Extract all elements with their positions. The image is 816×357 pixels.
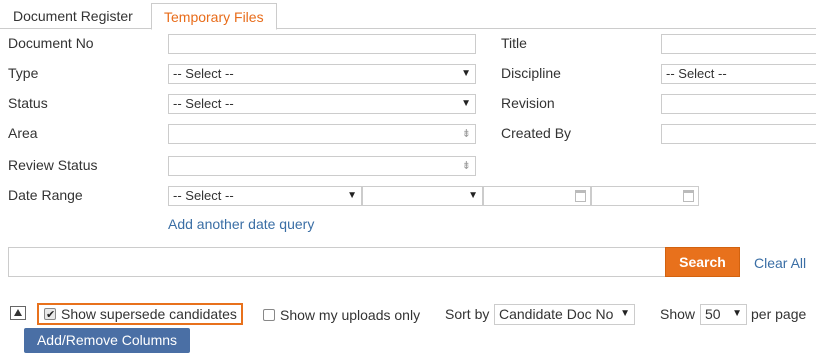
per-page-value: 50 — [705, 306, 721, 322]
add-date-query-link[interactable]: Add another date query — [168, 216, 314, 232]
dropdown-arrow-icon: ▼ — [461, 68, 471, 79]
status-label: Status — [8, 95, 48, 111]
show-my-uploads-label: Show my uploads only — [280, 307, 421, 323]
type-select-value: -- Select -- — [173, 66, 234, 81]
date-range-label: Date Range — [8, 187, 83, 203]
dropdown-arrow-icon: ▼ — [461, 98, 471, 109]
collapse-up-icon — [14, 309, 22, 316]
clear-all-link[interactable]: Clear All — [754, 255, 806, 271]
status-select-value: -- Select -- — [173, 96, 234, 111]
type-label: Type — [8, 65, 39, 81]
date-range-field-select[interactable]: -- Select -- ▼ — [168, 186, 362, 206]
review-status-multiselect[interactable]: ⇟ — [168, 156, 476, 176]
review-status-label: Review Status — [8, 157, 98, 173]
date-range-field-value: -- Select -- — [173, 188, 234, 203]
search-input[interactable] — [8, 247, 666, 277]
revision-label: Revision — [501, 95, 555, 111]
checkmark-icon[interactable] — [44, 306, 56, 324]
collapse-filters-button[interactable] — [10, 306, 26, 320]
tab-temporary-files[interactable]: Temporary Files — [151, 3, 277, 30]
add-remove-columns-button[interactable]: Add/Remove Columns — [24, 328, 190, 353]
area-label: Area — [8, 125, 38, 141]
status-select[interactable]: -- Select -- ▼ — [168, 94, 476, 114]
calendar-icon[interactable] — [575, 190, 586, 202]
date-from-input[interactable] — [483, 186, 591, 206]
tab-document-register[interactable]: Document Register — [1, 3, 145, 30]
date-range-operator-select[interactable]: ▼ — [362, 186, 483, 206]
discipline-label: Discipline — [501, 65, 561, 81]
created-by-label: Created By — [501, 125, 572, 141]
dropdown-arrow-icon: ▼ — [620, 308, 630, 319]
discipline-select-value: -- Select -- — [666, 66, 727, 81]
area-multiselect[interactable]: ⇟ — [168, 124, 476, 144]
dropdown-arrow-icon: ▼ — [347, 190, 357, 201]
sort-by-value: Candidate Doc No — [499, 306, 614, 322]
per-page-label: per page — [751, 306, 807, 322]
multi-select-icon: ⇟ — [461, 128, 471, 140]
date-to-input[interactable] — [591, 186, 699, 206]
calendar-icon[interactable] — [683, 190, 694, 202]
show-my-uploads-checkbox[interactable]: Show my uploads only — [263, 306, 420, 324]
title-input[interactable] — [661, 34, 816, 54]
created-by-input[interactable] — [661, 124, 816, 144]
discipline-select[interactable]: -- Select -- — [661, 64, 816, 84]
document-no-label: Document No — [8, 35, 94, 51]
sort-by-select[interactable]: Candidate Doc No ▼ — [494, 304, 635, 325]
search-button[interactable]: Search — [665, 247, 740, 277]
show-label: Show — [660, 306, 696, 322]
dropdown-arrow-icon: ▼ — [468, 190, 478, 201]
per-page-select[interactable]: 50 ▼ — [700, 304, 747, 325]
dropdown-arrow-icon: ▼ — [732, 308, 742, 319]
multi-select-icon: ⇟ — [461, 160, 471, 172]
tab-bar: Document Register Temporary Files — [0, 0, 816, 30]
checkbox-box[interactable] — [263, 309, 275, 321]
type-select[interactable]: -- Select -- ▼ — [168, 64, 476, 84]
document-no-input[interactable] — [168, 34, 476, 54]
show-supersede-candidates-label: Show supersede candidates — [61, 306, 237, 322]
show-supersede-candidates-checkbox[interactable]: Show supersede candidates — [37, 303, 243, 325]
revision-input[interactable] — [661, 94, 816, 114]
sort-by-label: Sort by — [445, 306, 490, 322]
title-label: Title — [501, 35, 527, 51]
